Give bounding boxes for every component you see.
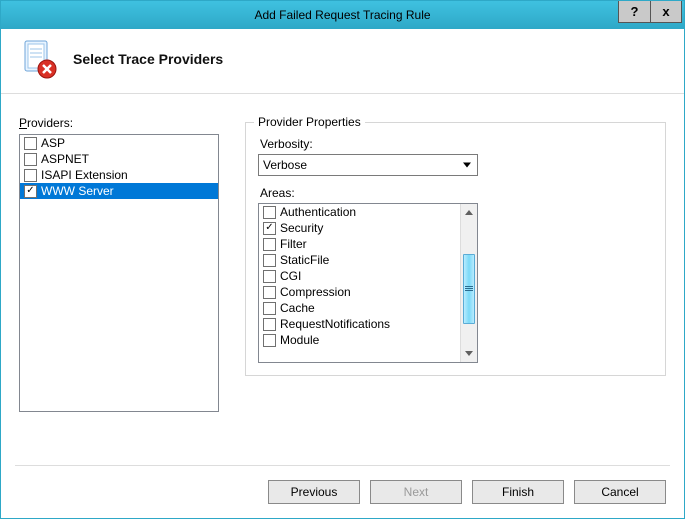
- wizard-header: Select Trace Providers: [1, 29, 684, 94]
- area-item[interactable]: Cache: [259, 300, 460, 316]
- area-item[interactable]: Compression: [259, 284, 460, 300]
- page-title: Select Trace Providers: [73, 51, 223, 67]
- provider-label: ASPNET: [41, 152, 89, 166]
- area-label: Authentication: [280, 205, 356, 219]
- checkbox[interactable]: [263, 270, 276, 283]
- provider-label: ISAPI Extension: [41, 168, 128, 182]
- checkbox[interactable]: [263, 206, 276, 219]
- dialog-window: Add Failed Request Tracing Rule ? x Sele…: [0, 0, 685, 519]
- providers-panel: Providers: ASP ASPNET ISAPI Extension ✓ WWW …: [19, 116, 219, 412]
- provider-item[interactable]: ASP: [20, 135, 218, 151]
- verbosity-label: Verbosity:: [260, 137, 653, 151]
- provider-item[interactable]: ASPNET: [20, 151, 218, 167]
- checkbox[interactable]: ✓: [263, 222, 276, 235]
- verbosity-value: Verbose: [263, 158, 307, 172]
- checkbox[interactable]: ✓: [24, 185, 37, 198]
- providers-list[interactable]: ASP ASPNET ISAPI Extension ✓ WWW Server: [19, 134, 219, 412]
- checkbox[interactable]: [263, 302, 276, 315]
- finish-button[interactable]: Finish: [472, 480, 564, 504]
- area-label: Security: [280, 221, 323, 235]
- verbosity-select[interactable]: Verbose: [258, 154, 478, 176]
- help-button[interactable]: ?: [618, 1, 650, 23]
- window-title: Add Failed Request Tracing Rule: [254, 8, 430, 22]
- areas-label: Areas:: [260, 186, 653, 200]
- checkbox[interactable]: [263, 318, 276, 331]
- group-title: Provider Properties: [254, 115, 365, 129]
- next-button: Next: [370, 480, 462, 504]
- checkbox[interactable]: [263, 254, 276, 267]
- scroll-down-button[interactable]: [461, 345, 477, 362]
- checkbox[interactable]: [24, 137, 37, 150]
- footer-divider: [15, 465, 670, 466]
- properties-panel: Provider Properties Verbosity: Verbose A…: [245, 116, 666, 412]
- areas-scrollbar[interactable]: [460, 204, 477, 362]
- area-item[interactable]: StaticFile: [259, 252, 460, 268]
- area-label: Compression: [280, 285, 351, 299]
- checkbox[interactable]: [24, 169, 37, 182]
- cancel-button[interactable]: Cancel: [574, 480, 666, 504]
- footer-buttons: Previous Next Finish Cancel: [268, 480, 666, 504]
- content-area: Providers: ASP ASPNET ISAPI Extension ✓ WWW …: [1, 94, 684, 422]
- areas-inner: Authentication ✓ Security Filter StaticFile C…: [259, 204, 460, 362]
- area-label: StaticFile: [280, 253, 329, 267]
- area-item[interactable]: Filter: [259, 236, 460, 252]
- provider-item[interactable]: ISAPI Extension: [20, 167, 218, 183]
- provider-label: WWW Server: [41, 184, 114, 198]
- area-label: RequestNotifications: [280, 317, 390, 331]
- areas-list[interactable]: Authentication ✓ Security Filter StaticFile C…: [258, 203, 478, 363]
- titlebar[interactable]: Add Failed Request Tracing Rule ? x: [1, 1, 684, 29]
- area-label: Cache: [280, 301, 315, 315]
- titlebar-buttons: ? x: [618, 1, 682, 23]
- area-label: Filter: [280, 237, 307, 251]
- previous-button[interactable]: Previous: [268, 480, 360, 504]
- close-button[interactable]: x: [650, 1, 682, 23]
- scroll-thumb[interactable]: [463, 254, 475, 324]
- provider-properties-group: Provider Properties Verbosity: Verbose A…: [245, 122, 666, 376]
- area-item[interactable]: Module: [259, 332, 460, 348]
- area-label: Module: [280, 333, 319, 347]
- checkbox[interactable]: [24, 153, 37, 166]
- checkbox[interactable]: [263, 286, 276, 299]
- provider-label: ASP: [41, 136, 65, 150]
- checkbox[interactable]: [263, 238, 276, 251]
- provider-item[interactable]: ✓ WWW Server: [20, 183, 218, 199]
- area-item[interactable]: Authentication: [259, 204, 460, 220]
- document-error-icon: [19, 39, 59, 79]
- area-item[interactable]: CGI: [259, 268, 460, 284]
- area-item[interactable]: ✓ Security: [259, 220, 460, 236]
- scroll-up-button[interactable]: [461, 204, 477, 221]
- checkbox[interactable]: [263, 334, 276, 347]
- area-item[interactable]: RequestNotifications: [259, 316, 460, 332]
- providers-label: Providers:: [19, 116, 219, 130]
- area-label: CGI: [280, 269, 301, 283]
